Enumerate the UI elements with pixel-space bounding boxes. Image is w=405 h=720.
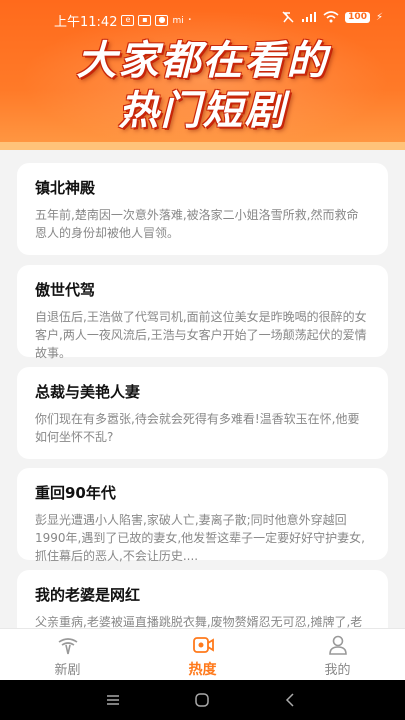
notification-icon: e	[121, 15, 135, 26]
more-icon: ·	[187, 13, 192, 28]
drama-description: 五年前,楚南因一次意外落难,被洛家二小姐洛雪所救,然而救命恩人的身份却被他人冒领…	[35, 208, 359, 240]
drama-description: 父亲重病,老婆被逼直播跳脱衣舞,废物赘婿忍无可忍,摊牌了,老子是战神!	[35, 615, 363, 628]
drama-title: 总裁与美艳人妻	[35, 383, 141, 401]
drama-card[interactable]: 总裁与美艳人妻 你们现在有多嚣张,待会就会死得有多难看!温香软玉在怀,他要如何坐…	[17, 367, 388, 459]
tab-new-drama[interactable]: 新剧	[0, 629, 135, 680]
drama-card[interactable]: 镇北神殿 五年前,楚南因一次意外落难,被洛家二小姐洛雪所救,然而救命恩人的身份却…	[17, 163, 388, 255]
tab-hot-label: 热度	[188, 662, 217, 678]
banner-stripe	[0, 142, 405, 150]
drama-description: 自退伍后,王浩做了代驾司机,面前这位美女是昨晚喝的很醉的女客户,两人一夜风流后,…	[35, 310, 367, 360]
app-notification-icon: ▪	[138, 15, 152, 26]
drama-title: 镇北神殿	[35, 179, 96, 197]
drama-card[interactable]: 傲世代驾 自退伍后,王浩做了代驾司机,面前这位美女是昨晚喝的很醉的女客户,两人一…	[17, 265, 388, 360]
bluetooth-silent-icon	[282, 11, 294, 23]
new-drama-icon	[58, 638, 77, 655]
wifi-icon	[323, 11, 339, 23]
tab-profile-label: 我的	[324, 663, 351, 678]
mi-icon: mi	[172, 15, 184, 26]
tab-new-drama-label: 新剧	[54, 663, 81, 678]
bottom-nav: 新剧 热度 我的	[0, 628, 405, 680]
tab-profile[interactable]: 我的	[270, 629, 405, 680]
drama-title: 傲世代驾	[35, 281, 96, 299]
screen-record-icon: ●	[155, 15, 169, 26]
banner-title-line2: 热门短剧	[118, 88, 287, 134]
menu-icon[interactable]	[105, 692, 121, 708]
profile-icon	[328, 635, 347, 655]
home-icon[interactable]	[194, 692, 210, 708]
drama-card[interactable]: 重回90年代 彭显光遭遇小人陷害,家破人亡,妻离子散;同时他意外穿越回1990年…	[17, 468, 388, 563]
drama-card[interactable]: 我的老婆是网红 父亲重病,老婆被逼直播跳脱衣舞,废物赘婿忍无可忍,摊牌了,老子是…	[17, 570, 388, 628]
drama-description: 你们现在有多嚣张,待会就会死得有多难看!温香软玉在怀,他要如何坐怀不乱?	[35, 412, 360, 444]
system-nav-bar	[0, 680, 405, 720]
back-icon[interactable]	[283, 692, 299, 708]
charging-icon: ⚡	[375, 11, 383, 23]
signal-icon	[302, 12, 317, 22]
battery-icon: 100	[345, 11, 370, 23]
drama-title: 我的老婆是网红	[35, 586, 141, 604]
drama-list[interactable]: 镇北神殿 五年前,楚南因一次意外落难,被洛家二小姐洛雪所救,然而救命恩人的身份却…	[0, 150, 405, 628]
drama-description: 彭显光遭遇小人陷害,家破人亡,妻离子散;同时他意外穿越回1990年,遇到了已故的…	[35, 513, 365, 563]
drama-title: 重回90年代	[35, 484, 116, 502]
tab-hot[interactable]: 热度	[135, 629, 270, 680]
hot-video-icon	[192, 637, 214, 653]
header-banner: 上午11:42 e ▪ ● mi · 100 ⚡ 大家都在看的 热门短剧	[0, 0, 405, 150]
